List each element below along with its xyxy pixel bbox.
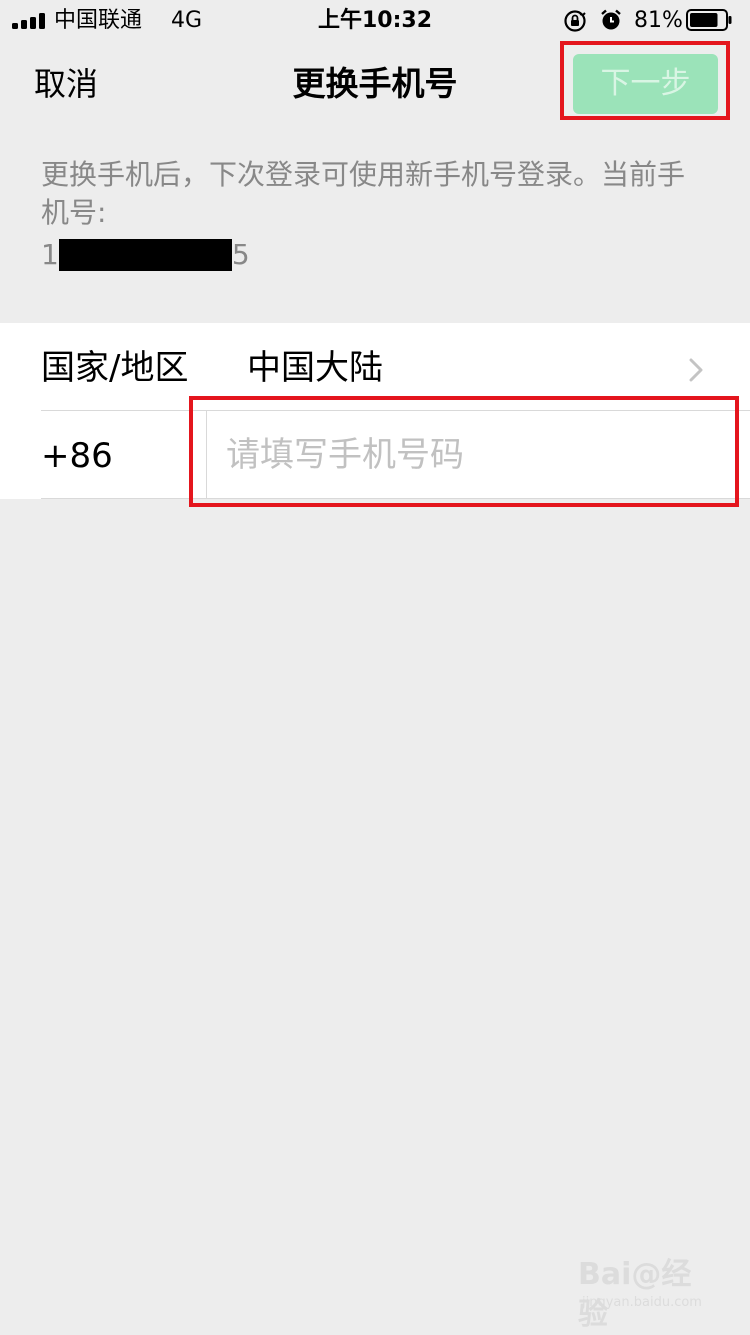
description-text: 更换手机后，下次登录可使用新手机号登录。当前手机号: (41, 158, 686, 229)
baidu-watermark-logo: Bai@经验 jingyan.baidu.com (578, 1255, 718, 1332)
nav-bar: 取消 更换手机号 下一步 (0, 40, 750, 128)
annotation-highlight-next (560, 41, 730, 120)
current-phone: 15 (41, 236, 250, 274)
country-code: +86 (41, 436, 113, 476)
status-bar: 中国联通 4G 上午10:32 81% (0, 0, 750, 40)
battery-icon (686, 9, 732, 31)
battery-percent: 81% (634, 8, 683, 33)
phone-prefix: 1 (41, 238, 59, 271)
watermark-sub: jingyan.baidu.com (582, 1295, 702, 1310)
region-label: 国家/地区 (41, 348, 189, 388)
alarm-icon (601, 9, 621, 30)
redacted-phone-block (58, 239, 232, 271)
region-value: 中国大陆 (247, 348, 383, 388)
annotation-highlight-input (189, 396, 739, 507)
chevron-right-icon (689, 358, 703, 382)
orientation-lock-icon (564, 10, 586, 32)
phone-suffix: 5 (231, 238, 250, 271)
